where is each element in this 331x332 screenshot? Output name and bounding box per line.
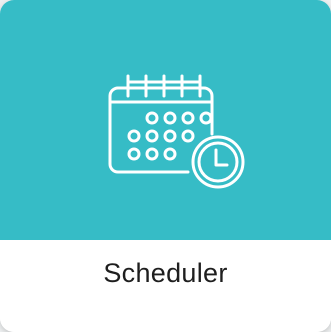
calendar-clock-icon [106,70,246,196]
tile-header [0,0,331,240]
tile-label: Scheduler [103,258,228,288]
scheduler-app-tile[interactable]: Scheduler [0,0,331,332]
